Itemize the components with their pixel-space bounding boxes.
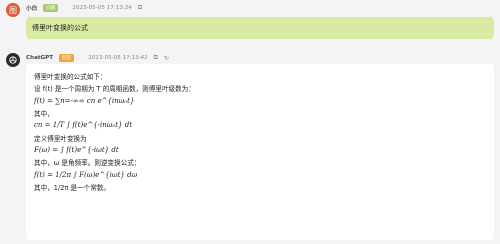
- formula-fourier-series: f(t) = ∑n=-∞∞ cn e^{inω₀t}: [34, 96, 135, 105]
- username: 小白: [26, 6, 38, 12]
- answer-line: 其中，ω 是角频率。则逆变换公式：: [34, 159, 141, 168]
- answer-line: 傅里叶变换的公式如下：: [34, 73, 107, 82]
- answer-line: 其中，: [34, 110, 54, 119]
- chatgpt-avatar[interactable]: [6, 53, 20, 67]
- user-message-bubble: 傅里叶变换的公式: [26, 17, 494, 39]
- refresh-icon[interactable]: ↻: [164, 55, 169, 62]
- formula-inverse-transform: f(t) = 1/2π ∫ F(ω)e^{iωt} dω: [34, 170, 138, 179]
- role-badge: 回答: [59, 54, 75, 62]
- user-avatar[interactable]: 图: [6, 3, 20, 17]
- user-message-text: 傅里叶变换的公式: [32, 24, 88, 32]
- bot-message-meta: ChatGPT 回答 2023-05-05 17:13:42 ⧉ ↻: [26, 54, 169, 62]
- role-badge: 问题: [43, 4, 59, 12]
- chatgpt-logo-icon: [9, 56, 17, 64]
- copy-icon[interactable]: ⧉: [138, 4, 142, 12]
- timestamp: 2023-05-05 17:13:42: [88, 55, 148, 61]
- bot-message-bubble: 傅里叶变换的公式如下： 设 f(t) 是一个周期为 T 的周期函数，则傅里叶级数…: [26, 64, 494, 240]
- avatar-glyph: 图: [9, 5, 17, 15]
- username: ChatGPT: [26, 55, 54, 61]
- copy-icon[interactable]: ⧉: [154, 54, 158, 62]
- answer-line: 定义傅里叶变换为: [34, 134, 87, 143]
- timestamp: 2023-05-05 17:13:24: [72, 5, 132, 11]
- formula-coefficient: cn = 1/T ∫ f(t)e^{-inω₀t} dt: [34, 121, 133, 130]
- formula-fourier-transform: F(ω) = ∫ f(t)e^{-iωt} dt: [34, 145, 119, 154]
- user-message-meta: 小白 问题 2023-05-05 17:13:24 ⧉: [26, 4, 142, 12]
- answer-line: 其中，1/2π 是一个常数。: [34, 183, 111, 192]
- answer-line: 设 f(t) 是一个周期为 T 的周期函数，则傅里叶级数为：: [34, 85, 195, 94]
